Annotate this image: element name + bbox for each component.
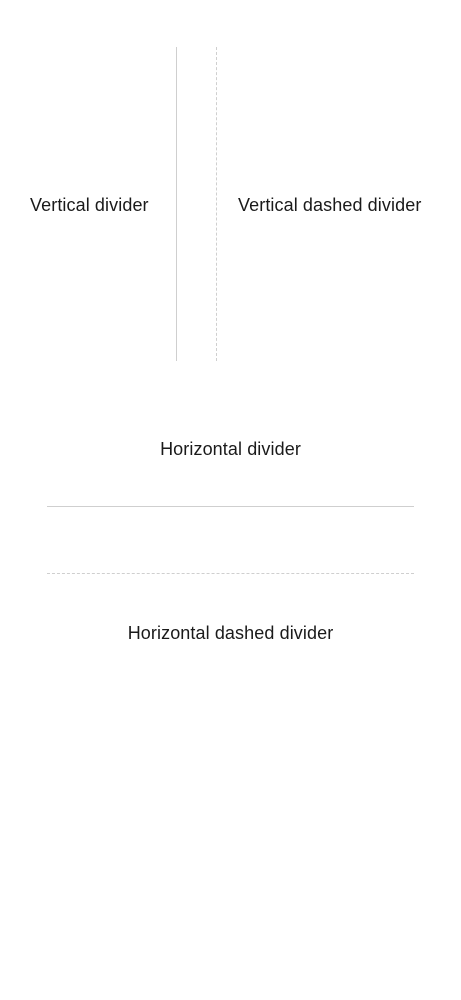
vertical-divider xyxy=(176,47,177,361)
vertical-dashed-divider-label: Vertical dashed divider xyxy=(238,195,422,215)
horizontal-dashed-divider xyxy=(47,573,414,574)
vertical-dashed-divider xyxy=(216,47,217,361)
horizontal-divider xyxy=(47,506,414,507)
horizontal-dashed-divider-label: Horizontal dashed divider xyxy=(127,623,334,643)
horizontal-divider-label: Horizontal divider xyxy=(160,439,301,459)
vertical-divider-label: Vertical divider xyxy=(30,195,149,215)
